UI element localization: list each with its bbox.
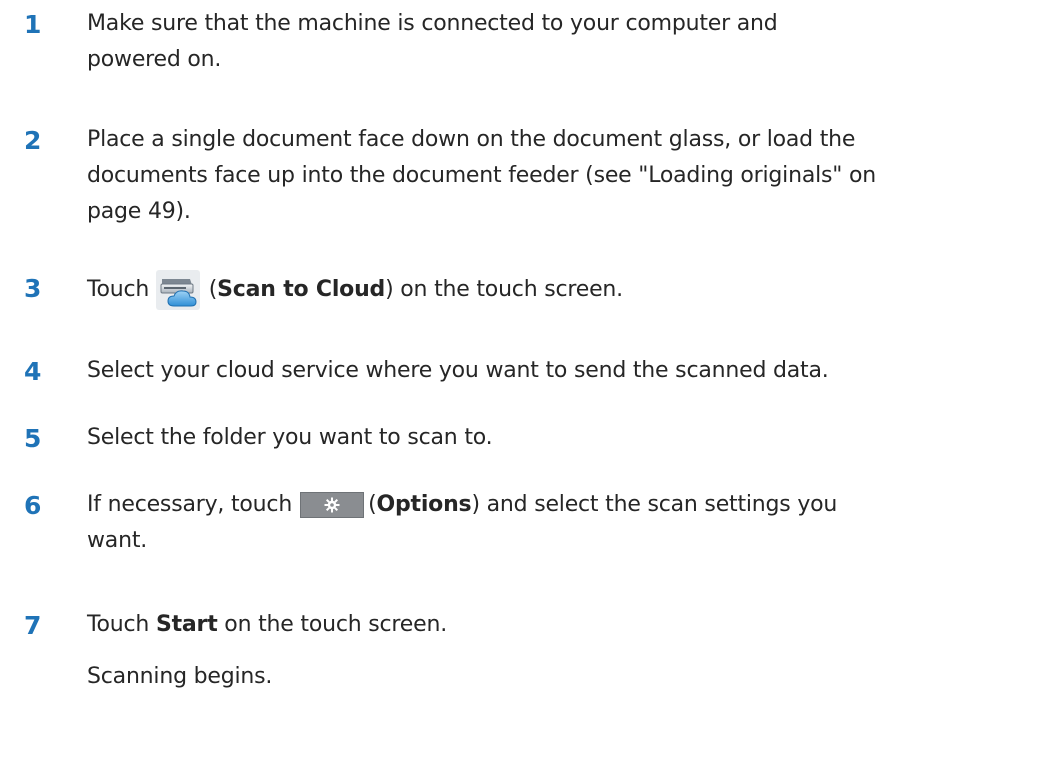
step-text: Select your cloud service where you want… [87,353,1007,389]
step-number: 4 [24,357,42,386]
step-number: 7 [24,611,42,640]
step-number: 2 [24,126,42,155]
step-number: 1 [24,10,42,39]
step-text: If necessary, touch (Options) and select… [87,487,1007,559]
step-line: Select your cloud service where you want… [87,358,829,383]
step-text: Touch Start on the touch screen. [87,607,1007,643]
step-text: Select the folder you want to scan to. [87,420,1007,456]
step-line: Place a single document face down on the… [87,127,856,152]
step-number: 6 [24,491,42,520]
bold-term: Scan to Cloud [217,277,386,302]
step-result: Scanning begins. [87,664,273,689]
step-number: 5 [24,424,42,453]
step-line: powered on. [87,47,222,72]
step-line: Make sure that the machine is connected … [87,11,778,36]
step-text: Touch (Scan to Cloud) on the touch scree… [87,270,1007,310]
step-prefix: Touch [87,612,156,637]
step-text: Place a single document face down on the… [87,122,1007,230]
step-line: want. [87,528,148,553]
step-text: Make sure that the machine is connected … [87,6,1007,78]
scan-to-cloud-icon [155,270,200,310]
bold-term: Options [376,492,472,517]
options-gear-icon [300,492,365,518]
step-suffix: ) and select the scan settings you [471,492,838,517]
step-suffix: ) on the touch screen. [385,277,623,302]
paren-open: ( [208,277,218,302]
step-line: documents face up into the document feed… [87,163,877,188]
step-number: 3 [24,274,42,303]
bold-term: Start [155,612,218,637]
step-prefix: If necessary, touch [87,492,293,517]
step-line: If necessary, touch (Options) and select… [87,487,1007,523]
step-line: page 49). [87,199,191,224]
step-line: Select the folder you want to scan to. [87,425,493,450]
step-prefix: Touch [87,277,150,302]
step-suffix: on the touch screen. [217,612,447,637]
